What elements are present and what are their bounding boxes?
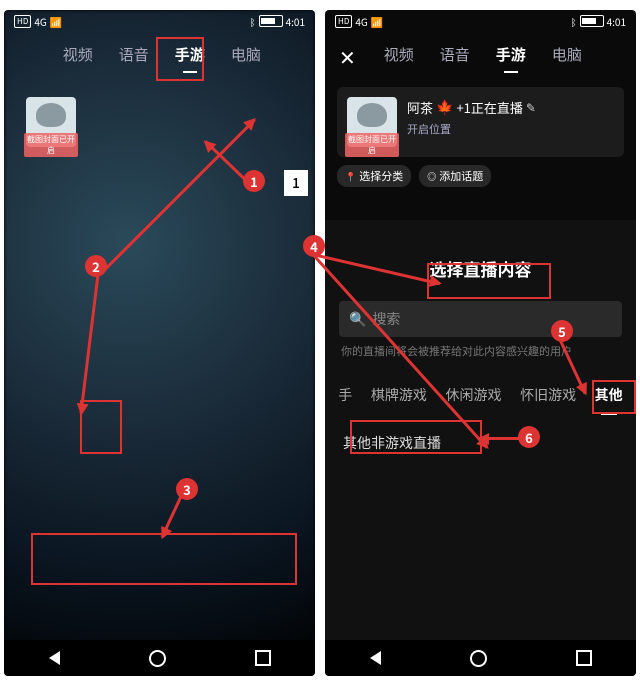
bt-icon: ᛒ: [250, 14, 256, 29]
stream-card: 截图封面已开启 阿茶🍁+1正在直播✎ 开启位置: [337, 87, 624, 157]
one-label: 1: [284, 170, 308, 196]
status-bar: HD4G 📶 ᛒ 4:01: [4, 10, 315, 32]
signal-icon: 📶: [50, 14, 62, 29]
hl-5: [592, 380, 636, 414]
tab-voice[interactable]: 语音: [117, 42, 151, 71]
cat-casual[interactable]: 休闲游戏: [443, 381, 503, 409]
nav-home-icon[interactable]: [149, 650, 166, 667]
hl-4: [427, 263, 551, 299]
android-nav: [4, 640, 315, 676]
nav-recent-icon[interactable]: [255, 650, 271, 666]
cat-hand[interactable]: 手: [336, 381, 354, 409]
nav-home-icon[interactable]: [470, 650, 487, 667]
cover-tag: 截图封面已开启: [24, 133, 78, 157]
cover-thumb[interactable]: 截图封面已开启: [347, 97, 397, 147]
cat-board[interactable]: 棋牌游戏: [369, 381, 429, 409]
nav-back-icon[interactable]: [370, 651, 381, 665]
nav-back-icon[interactable]: [49, 651, 60, 665]
phone-right: HD4G📶 ᛒ4:01 ✕ 视频 语音 手游 电脑 截图封面已开启 阿茶🍁+1正…: [325, 10, 636, 676]
cat-retro[interactable]: 怀旧游戏: [518, 381, 578, 409]
badge-1: 1: [243, 170, 265, 192]
clock: 4:01: [286, 14, 305, 29]
cover-thumb[interactable]: 截图封面已开启: [26, 97, 76, 147]
chip-category[interactable]: 📍选择分类: [337, 165, 411, 187]
tab-pc[interactable]: 电脑: [229, 42, 263, 71]
tab-pc[interactable]: 电脑: [550, 42, 584, 71]
badge-6: 6: [518, 426, 540, 448]
tab-video[interactable]: 视频: [382, 42, 416, 71]
status-bar-r: HD4G📶 ᛒ4:01: [325, 10, 636, 32]
close-icon[interactable]: ✕: [339, 42, 356, 71]
tab-game[interactable]: 手游: [494, 42, 528, 71]
network-icon: 4G: [34, 14, 46, 29]
search-hint: 你的直播间将会被推荐给对此内容感兴趣的用户: [325, 343, 636, 359]
hd-icon: HD: [14, 15, 31, 28]
badge-3: 3: [176, 478, 198, 500]
android-nav: [325, 640, 636, 676]
hl-6: [350, 420, 482, 454]
badge-4: 4: [303, 235, 325, 257]
hl-1: [156, 37, 204, 81]
tab-voice[interactable]: 语音: [438, 42, 472, 71]
badge-5: 5: [551, 320, 573, 342]
pencil-icon[interactable]: ✎: [526, 99, 536, 116]
maple-icon: 🍁: [436, 97, 453, 117]
chip-topic[interactable]: ◎添加话题: [419, 165, 491, 187]
nav-recent-icon[interactable]: [576, 650, 592, 666]
badge-2: 2: [85, 255, 107, 277]
battery-icon: [259, 15, 283, 27]
tab-video[interactable]: 视频: [61, 42, 95, 71]
